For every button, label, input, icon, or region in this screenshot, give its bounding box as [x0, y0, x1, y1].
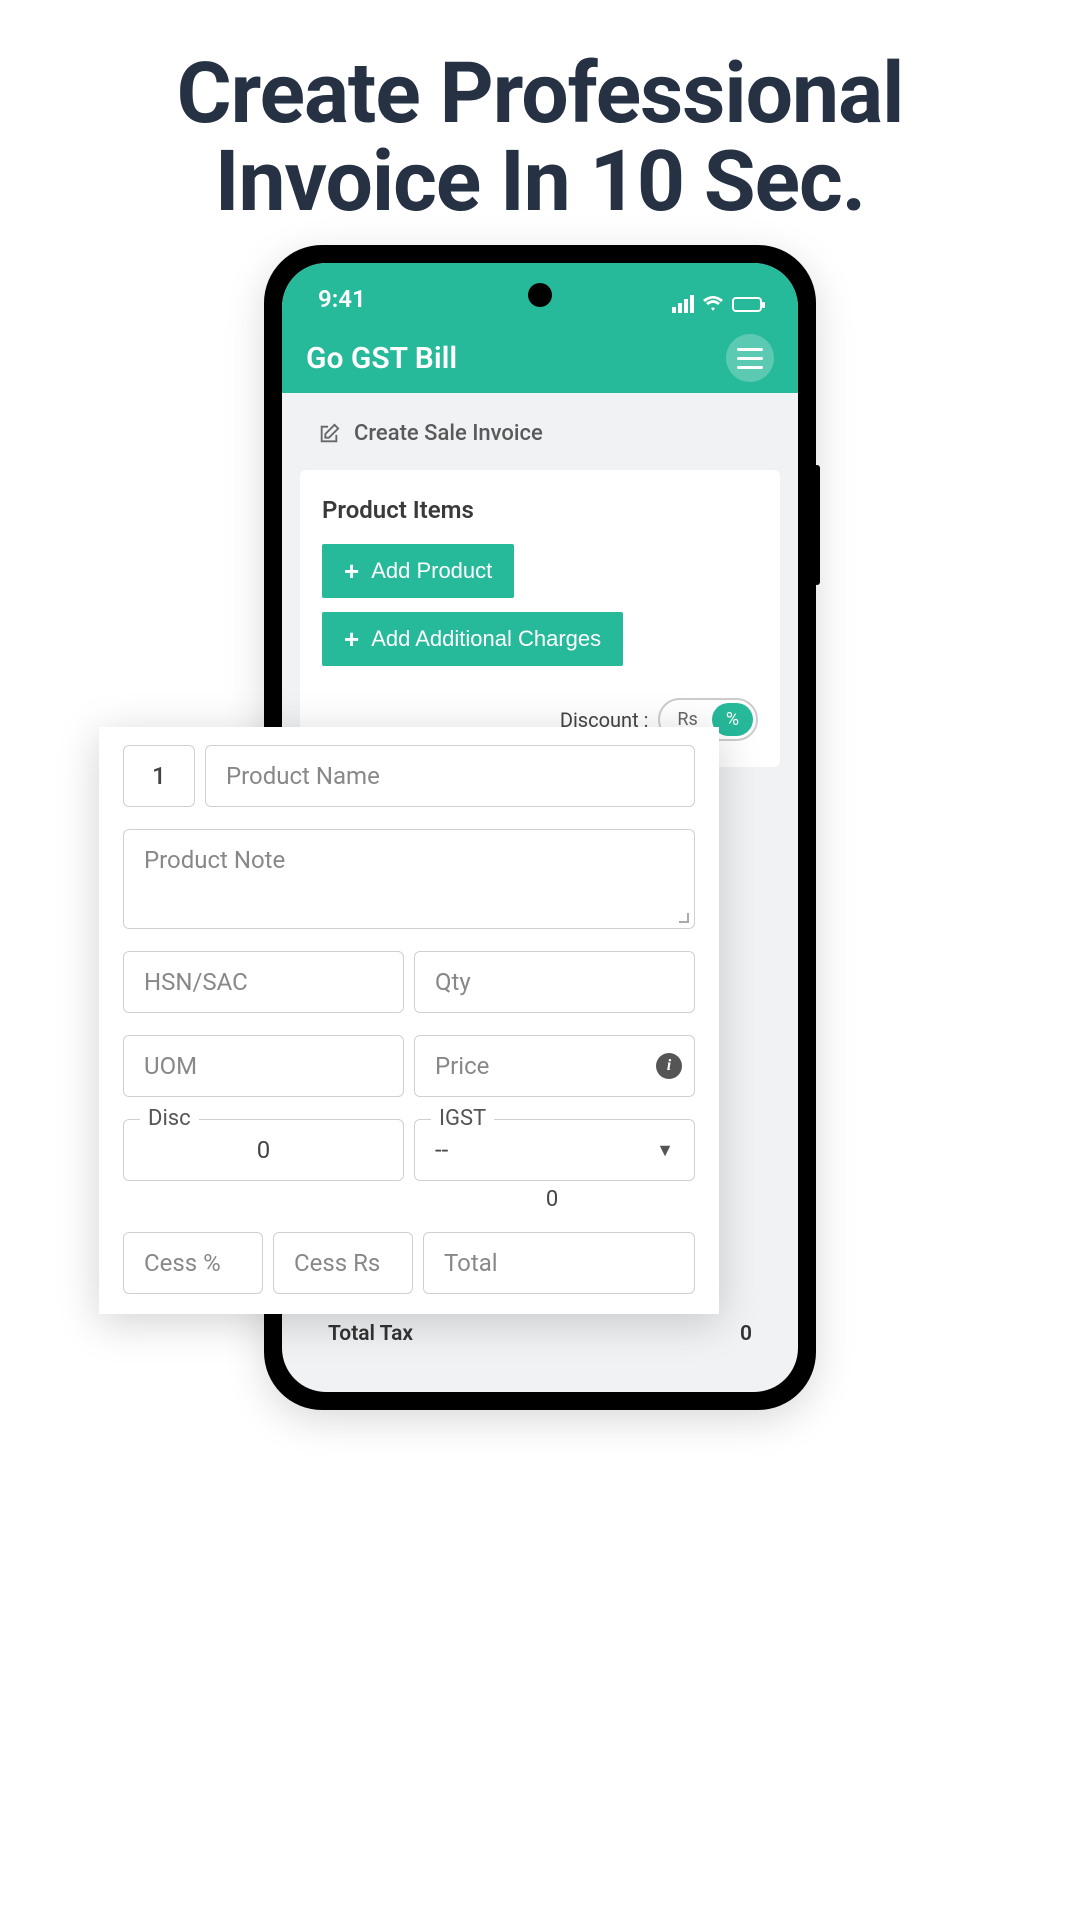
- total-tax-value: 0: [740, 1322, 752, 1346]
- wifi-icon: [702, 295, 724, 313]
- app-header: Go GST Bill: [282, 323, 798, 393]
- app-title: Go GST Bill: [306, 341, 457, 376]
- page-subtitle: Create Sale Invoice: [282, 393, 798, 470]
- cess-pct-input[interactable]: Cess %: [123, 1232, 263, 1294]
- item-index: 1: [123, 745, 195, 807]
- page-subtitle-text: Create Sale Invoice: [354, 421, 543, 446]
- product-items-card: Product Items + Add Product + Add Additi…: [300, 470, 780, 767]
- camera-notch: [528, 283, 552, 307]
- disc-input[interactable]: Disc 0: [123, 1119, 404, 1181]
- marketing-headline: Create Professional Invoice In 10 Sec.: [0, 0, 1080, 266]
- side-button: [814, 465, 820, 585]
- cess-rs-input[interactable]: Cess Rs: [273, 1232, 413, 1294]
- headline-line1: Create Professional: [20, 50, 1060, 138]
- menu-icon[interactable]: [726, 334, 774, 382]
- hsn-input[interactable]: HSN/SAC: [123, 951, 404, 1013]
- info-icon[interactable]: i: [656, 1053, 682, 1079]
- plus-icon: +: [344, 626, 359, 652]
- status-icons: [672, 295, 762, 313]
- price-input[interactable]: Price i: [414, 1035, 695, 1097]
- total-tax-label: Total Tax: [328, 1322, 413, 1346]
- chevron-down-icon: ▼: [656, 1140, 674, 1161]
- add-charges-label: Add Additional Charges: [371, 626, 601, 652]
- uom-input[interactable]: UOM: [123, 1035, 404, 1097]
- product-note-input[interactable]: Product Note: [123, 829, 695, 929]
- igst-amount: 0: [409, 1187, 695, 1212]
- disc-label: Disc: [140, 1106, 199, 1131]
- product-name-input[interactable]: Product Name: [205, 745, 695, 807]
- card-title: Product Items: [322, 496, 758, 524]
- product-form-panel: 1 Product Name Product Note HSN/SAC Qty …: [99, 727, 719, 1314]
- signal-icon: [672, 295, 694, 313]
- plus-icon: +: [344, 558, 359, 584]
- add-product-button[interactable]: + Add Product: [322, 544, 514, 598]
- total-tax-row: Total Tax 0: [328, 1322, 752, 1346]
- battery-icon: [732, 297, 762, 312]
- status-time: 9:41: [318, 285, 366, 313]
- resize-handle-icon: [679, 913, 689, 923]
- total-input[interactable]: Total: [423, 1232, 695, 1294]
- edit-icon: [318, 423, 340, 445]
- igst-value: --: [435, 1136, 656, 1164]
- add-product-label: Add Product: [371, 558, 492, 584]
- igst-label: IGST: [431, 1106, 494, 1131]
- headline-line2: Invoice In 10 Sec.: [20, 138, 1060, 226]
- disc-value: 0: [144, 1136, 383, 1164]
- qty-input[interactable]: Qty: [414, 951, 695, 1013]
- igst-select[interactable]: IGST -- ▼: [414, 1119, 695, 1181]
- add-charges-button[interactable]: + Add Additional Charges: [322, 612, 623, 666]
